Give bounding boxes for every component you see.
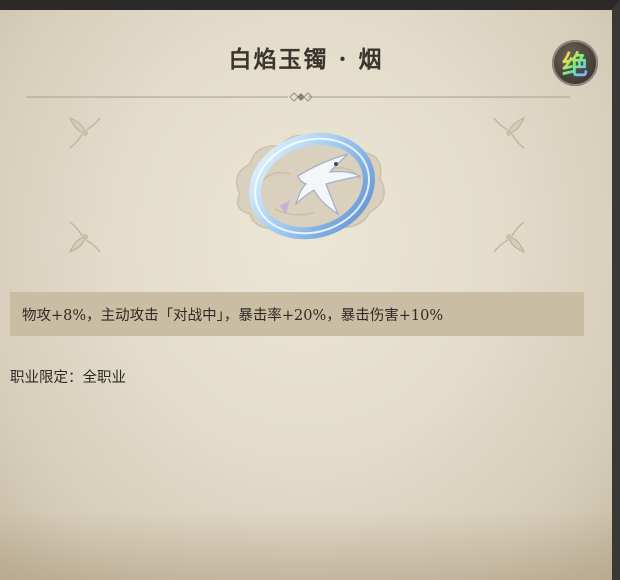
title-divider <box>26 92 570 102</box>
class-restriction: 职业限定：全职业 <box>10 370 126 386</box>
stat-bar: 物攻+8%，主动攻击「对战中」，暴击率+20%，暴击伤害+10% <box>10 292 584 336</box>
item-tooltip-panel: 白焰玉镯 · 烟 绝 物攻+8%，主动攻击「对战中」，暴击率+20%，暴击伤害+… <box>0 0 620 580</box>
corner-ornament-icon <box>68 221 101 254</box>
corner-ornament-icon <box>493 221 526 254</box>
corner-ornament-icon <box>493 116 526 149</box>
rarity-badge-icon: 绝 <box>552 40 598 86</box>
rarity-glyph: 绝 <box>562 45 588 82</box>
jade-bracelet-icon <box>235 132 385 240</box>
stat-line: 物攻+8%，主动攻击「对战中」，暴击率+20%，暴击伤害+10% <box>22 307 444 324</box>
corner-ornament-icon <box>68 116 101 149</box>
item-title: 白焰玉镯 · 烟 <box>228 46 384 73</box>
